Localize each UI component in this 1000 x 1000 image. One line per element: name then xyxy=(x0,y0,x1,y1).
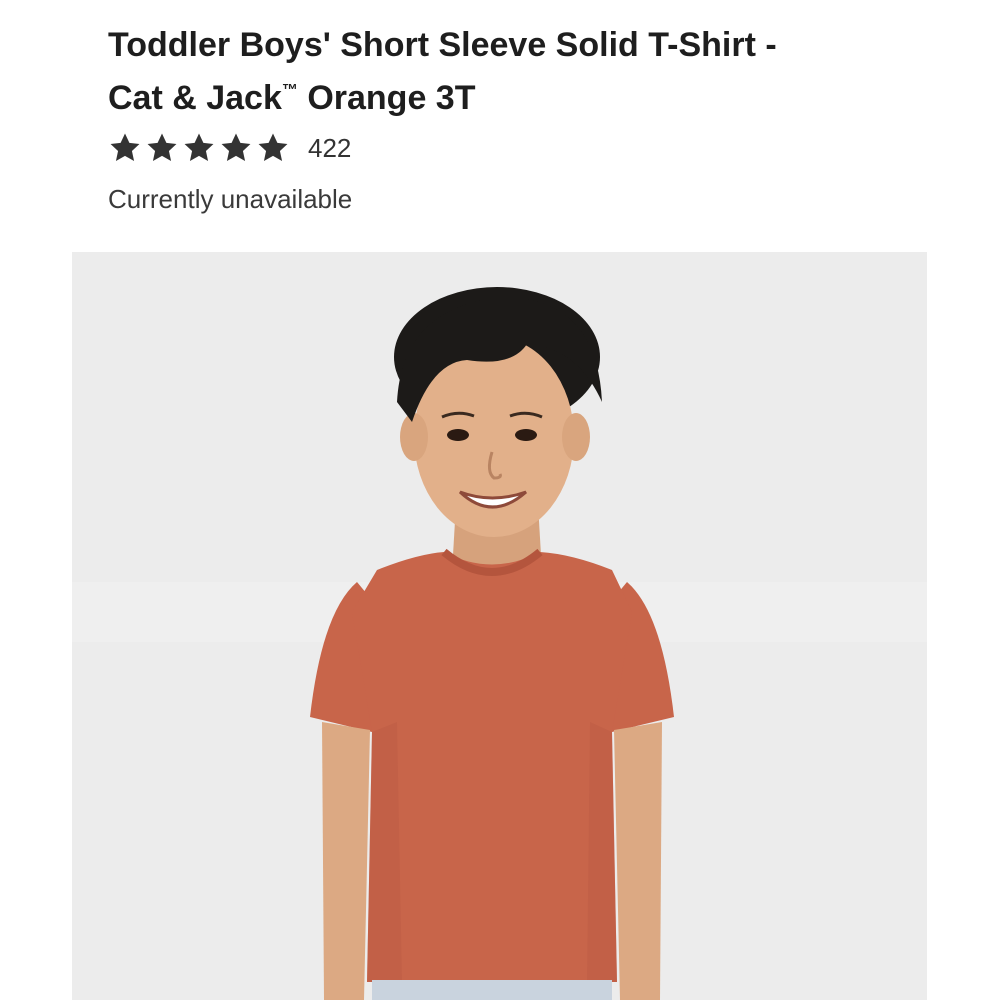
star-icon xyxy=(258,133,288,162)
product-photo xyxy=(72,252,927,1000)
trademark-symbol: ™ xyxy=(281,82,298,99)
rating-stars xyxy=(108,131,290,165)
product-page: Toddler Boys' Short Sleeve Solid T-Shirt… xyxy=(0,0,1000,1000)
product-rating[interactable]: 422 xyxy=(108,130,351,166)
title-brand: Cat & Jack xyxy=(108,79,282,117)
star-icon xyxy=(147,133,177,162)
star-icon xyxy=(110,133,140,162)
star-icon xyxy=(221,133,251,162)
review-count[interactable]: 422 xyxy=(308,133,351,164)
availability-status: Currently unavailable xyxy=(108,184,353,214)
product-image-container[interactable] xyxy=(72,252,927,1000)
title-line-1: Toddler Boys' Short Sleeve Solid T-Shirt… xyxy=(108,26,777,64)
star-icon xyxy=(184,133,214,162)
product-title: Toddler Boys' Short Sleeve Solid T-Shirt… xyxy=(108,22,928,121)
title-line-2-rest: Orange 3T xyxy=(297,79,476,117)
